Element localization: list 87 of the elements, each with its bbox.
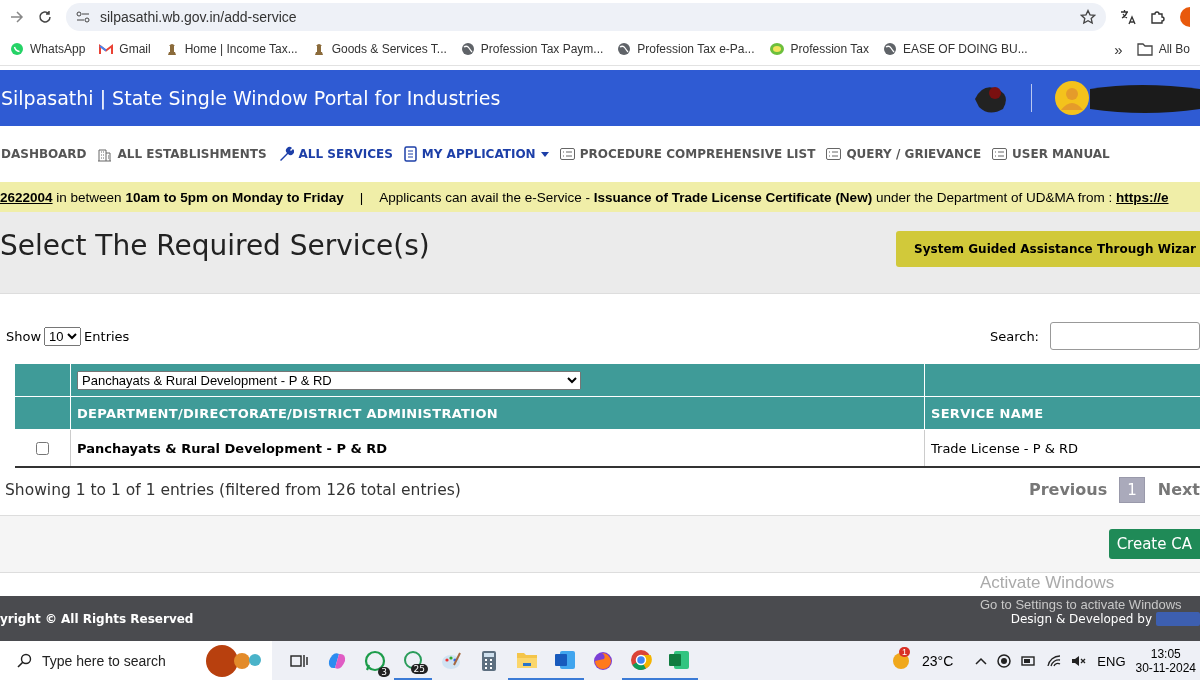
all-bookmarks-button[interactable]: All Bo bbox=[1136, 42, 1190, 56]
nav-link[interactable]: ALL SERVICES bbox=[277, 146, 393, 162]
taskbar-button[interactable]: 3 bbox=[356, 641, 394, 680]
profile-avatar[interactable] bbox=[1180, 6, 1190, 27]
chat-bubble-icon bbox=[10, 42, 24, 56]
nav-link[interactable]: ALL ESTABLISHMENTS bbox=[97, 146, 267, 162]
globe-icon bbox=[883, 42, 897, 56]
bookmark[interactable]: Goods & Services T... bbox=[311, 42, 447, 56]
mail-icon bbox=[99, 43, 114, 55]
seal-icon bbox=[768, 42, 785, 56]
bookmark[interactable]: Home | Income Tax... bbox=[164, 42, 298, 56]
list-icon bbox=[826, 148, 842, 160]
bookmark[interactable]: Profession Tax e-Pa... bbox=[617, 42, 755, 56]
count-badge: 25 bbox=[410, 664, 428, 674]
bookmark[interactable]: Profession Tax bbox=[768, 42, 869, 56]
show-label: Show bbox=[6, 328, 42, 344]
page-size-select[interactable]: 10 bbox=[44, 326, 82, 346]
wizard-button[interactable]: System Guided Assistance Through Wizar bbox=[896, 230, 1200, 267]
battery-icon[interactable] bbox=[1021, 655, 1038, 667]
swirl-icon bbox=[326, 651, 348, 671]
department-filter-select[interactable]: Panchayats & Rural Development - P & RD bbox=[77, 370, 581, 390]
address-bar[interactable]: silpasathi.wb.gov.in/add-service bbox=[66, 2, 1106, 31]
nav-link[interactable]: PROCEDURE COMPREHENSIVE LIST bbox=[559, 147, 816, 161]
list-icon bbox=[559, 148, 575, 160]
search-label: Search: bbox=[989, 328, 1039, 344]
separator: | bbox=[359, 189, 364, 205]
language-indicator[interactable]: ENG bbox=[1097, 653, 1126, 669]
reload-icon[interactable] bbox=[38, 9, 52, 24]
user-avatar[interactable] bbox=[1054, 80, 1090, 116]
star-icon[interactable] bbox=[1080, 8, 1096, 25]
globe-icon bbox=[617, 42, 632, 56]
ticker-text: 2622004 in between 10am to 5pm on Monday to Friday bbox=[0, 189, 344, 205]
nav-link[interactable]: USER MANUAL bbox=[992, 147, 1110, 161]
bookmark[interactable]: EASE OF DOING BU... bbox=[883, 42, 1028, 56]
puzzle-icon[interactable] bbox=[1150, 8, 1166, 25]
muted-speaker-icon[interactable] bbox=[1071, 655, 1088, 667]
bookmark[interactable]: Gmail bbox=[99, 42, 151, 56]
url-text: silpasathi.wb.gov.in/add-service bbox=[100, 8, 297, 25]
nav-link[interactable]: DASHBOARD bbox=[1, 147, 87, 161]
notification-badge: 1 bbox=[899, 647, 911, 657]
wifi-icon[interactable] bbox=[1047, 655, 1062, 667]
table-cell: Panchayats & Rural Development - P & RD bbox=[70, 429, 925, 467]
table-cell: Trade License - P & RD bbox=[924, 429, 1200, 467]
create-button[interactable]: Create CA bbox=[1108, 529, 1200, 559]
ticker-text: Applicants can avail the e-Service - Issuance of Trade License Certificate (New) under the Department of UD&MA from : https://e bbox=[379, 189, 1169, 205]
copyright-text: yright © All Rights Reserved bbox=[0, 611, 194, 626]
calculator-icon bbox=[481, 650, 497, 672]
taskbar-button[interactable]: 25 bbox=[394, 641, 432, 680]
activation-title: Activate Windows bbox=[980, 573, 1116, 593]
forward-icon[interactable] bbox=[10, 10, 24, 23]
fox-globe-icon bbox=[592, 650, 614, 672]
folder-icon bbox=[516, 650, 538, 669]
search-placeholder: Type here to search bbox=[42, 653, 166, 669]
task-view-icon bbox=[290, 653, 308, 669]
credit-text: Design & Developed by bbox=[1010, 611, 1152, 626]
document-app-icon bbox=[554, 649, 576, 670]
translate-icon[interactable] bbox=[1120, 8, 1136, 25]
site-settings-icon[interactable] bbox=[76, 10, 90, 23]
record-icon[interactable] bbox=[997, 654, 1012, 668]
bookmark[interactable]: WhatsApp bbox=[10, 42, 86, 56]
globe-icon bbox=[460, 42, 475, 56]
portal-title: Silpasathi | State Single Window Portal for Industries bbox=[0, 87, 502, 109]
spreadsheet-icon bbox=[668, 649, 690, 670]
entries-info: Showing 1 to 1 of 1 entries (filtered from 126 total entries) bbox=[5, 481, 461, 499]
ticker-link[interactable]: https://e bbox=[1116, 189, 1169, 205]
bookmark[interactable]: Profession Tax Paym... bbox=[460, 42, 604, 56]
clock[interactable]: 13:05 30-11-2024 bbox=[1135, 647, 1196, 675]
chevron-up-icon[interactable] bbox=[975, 657, 988, 665]
taskbar-search-field[interactable]: Type here to search bbox=[0, 641, 272, 680]
list-icon bbox=[992, 148, 1008, 160]
row-checkbox[interactable] bbox=[36, 441, 50, 455]
count-badge: 3 bbox=[378, 667, 390, 677]
palette-icon bbox=[440, 651, 462, 671]
nav-link[interactable]: QUERY / GRIEVANCE bbox=[826, 147, 982, 161]
activation-hint: Go to Settings to activate Windows bbox=[980, 597, 1183, 612]
page-heading: Select The Required Service(s) bbox=[0, 229, 430, 262]
more-bookmarks-button[interactable]: » bbox=[1114, 40, 1123, 58]
building-icon bbox=[97, 146, 113, 162]
document-icon bbox=[403, 146, 417, 162]
folder-icon bbox=[1136, 42, 1153, 56]
search-icon bbox=[16, 653, 32, 669]
search-field[interactable] bbox=[1050, 322, 1200, 350]
browser-icon bbox=[630, 648, 652, 671]
chat-bubble-icon bbox=[403, 649, 423, 670]
entries-label: Entries bbox=[84, 328, 130, 344]
temperature-text: 23°C bbox=[922, 653, 954, 669]
nav-link[interactable]: MY APPLICATION bbox=[403, 146, 549, 162]
